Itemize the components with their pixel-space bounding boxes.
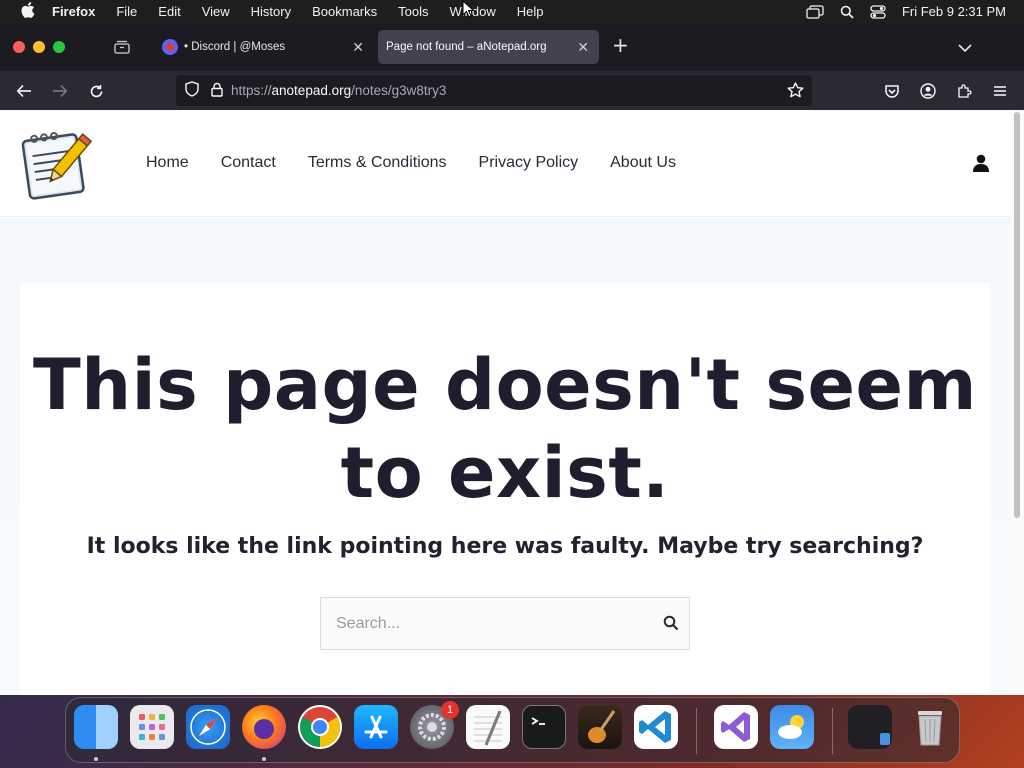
nav-link-privacy[interactable]: Privacy Policy [479,154,579,172]
site-header: Home Contact Terms & Conditions Privacy … [0,110,1010,217]
account-icon[interactable] [918,81,938,101]
textedit-icon[interactable] [466,705,510,749]
url-text[interactable]: https://anotepad.org/notes/g3w8try3 [231,83,446,98]
nav-link-home[interactable]: Home [146,154,189,172]
firefox-window: • Discord | @Moses ✕ Page not found – aN… [0,23,1024,695]
tab-discord[interactable]: • Discord | @Moses ✕ [152,30,374,64]
close-tab-icon[interactable]: ✕ [577,39,589,56]
extensions-icon[interactable] [954,81,974,101]
menu-bookmarks[interactable]: Bookmarks [312,4,377,19]
search-placeholder: Search... [336,614,401,632]
control-center-icon[interactable] [870,4,886,19]
search-icon[interactable] [663,615,679,635]
menu-help[interactable]: Help [517,4,544,19]
nav-link-contact[interactable]: Contact [221,154,276,172]
visual-studio-icon[interactable] [714,705,758,749]
error-card: This page doesn't seem to exist. It look… [20,283,990,695]
screen-mirroring-icon[interactable] [806,4,824,19]
safari-icon[interactable] [186,705,230,749]
dock-separator [832,708,833,754]
forward-arrow-icon[interactable] [50,81,70,101]
garageband-icon[interactable] [578,705,622,749]
headline-line-2: to exist. [340,432,670,514]
dock: 1 [65,697,960,763]
trash-icon[interactable] [908,705,952,749]
menu-tools[interactable]: Tools [398,4,428,19]
mouse-cursor-icon [462,0,476,22]
address-bar[interactable]: https://anotepad.org/notes/g3w8try3 [176,75,812,106]
new-tab-button[interactable]: + [612,35,629,55]
site-navigation: Home Contact Terms & Conditions Privacy … [146,154,676,172]
menu-file[interactable]: File [116,4,137,19]
discord-favicon-icon [162,39,178,55]
window-controls [13,41,65,53]
navigation-toolbar: https://anotepad.org/notes/g3w8try3 [0,71,1024,110]
tab-title: • Discord | @Moses [184,41,286,53]
vscode-icon[interactable] [634,705,678,749]
dock-separator [696,708,697,754]
menubar-clock[interactable]: Fri Feb 9 2:31 PM [902,4,1006,19]
app-store-icon[interactable] [354,705,398,749]
list-all-tabs-icon[interactable] [958,38,972,57]
back-arrow-icon[interactable] [14,81,34,101]
apple-menu-icon[interactable] [18,2,38,21]
anotepad-logo[interactable] [18,125,94,201]
reload-icon[interactable] [86,81,106,101]
error-headline: This page doesn't seem to exist. [20,341,990,517]
user-account-icon[interactable] [972,154,990,176]
screen-preview-icon[interactable] [848,705,892,749]
tab-page-not-found[interactable]: Page not found – aNotepad.org ✕ [378,30,599,64]
error-description: It looks like the link pointing here was… [86,534,924,559]
chrome-icon[interactable] [298,705,342,749]
menu-view[interactable]: View [202,4,230,19]
menu-firefox[interactable]: Firefox [52,4,95,19]
spotlight-search-icon[interactable] [840,5,854,19]
page-scrollbar[interactable] [1010,110,1024,695]
running-indicator [94,757,98,761]
close-tab-icon[interactable]: ✕ [352,39,364,56]
error-section: This page doesn't seem to exist. It look… [0,218,1010,695]
tab-bar: • Discord | @Moses ✕ Page not found – aN… [0,23,1024,71]
nav-link-terms[interactable]: Terms & Conditions [308,154,447,172]
pocket-icon[interactable] [882,81,902,101]
running-indicator [262,757,266,761]
headline-line-1: This page doesn't seem [33,344,977,426]
url-scheme: https:// [231,83,272,98]
tracking-protection-shield-icon[interactable] [185,81,199,100]
zoom-window-button[interactable] [53,41,65,53]
firefox-view-icon[interactable] [111,36,133,58]
search-input[interactable]: Search... [320,597,690,650]
menu-history[interactable]: History [251,4,291,19]
hamburger-menu-icon[interactable] [990,81,1010,101]
weather-icon[interactable] [770,705,814,749]
lock-icon[interactable] [211,82,223,100]
web-page: Home Contact Terms & Conditions Privacy … [0,110,1010,695]
url-path: /notes/g3w8try3 [351,83,447,98]
close-window-button[interactable] [13,41,25,53]
notification-badge: 1 [441,701,459,719]
bookmark-star-icon[interactable] [787,82,804,101]
terminal-icon[interactable] [522,705,566,749]
nav-link-about[interactable]: About Us [610,154,676,172]
menu-bar: Firefox File Edit View History Bookmarks… [0,0,1024,23]
minimize-window-button[interactable] [33,41,45,53]
firefox-icon[interactable] [242,705,286,749]
url-host: anotepad.org [271,83,352,98]
tab-title: Page not found – aNotepad.org [386,41,547,53]
menu-edit[interactable]: Edit [158,4,180,19]
scrollbar-thumb[interactable] [1014,112,1020,518]
launchpad-icon[interactable] [130,705,174,749]
finder-icon[interactable] [74,705,118,749]
